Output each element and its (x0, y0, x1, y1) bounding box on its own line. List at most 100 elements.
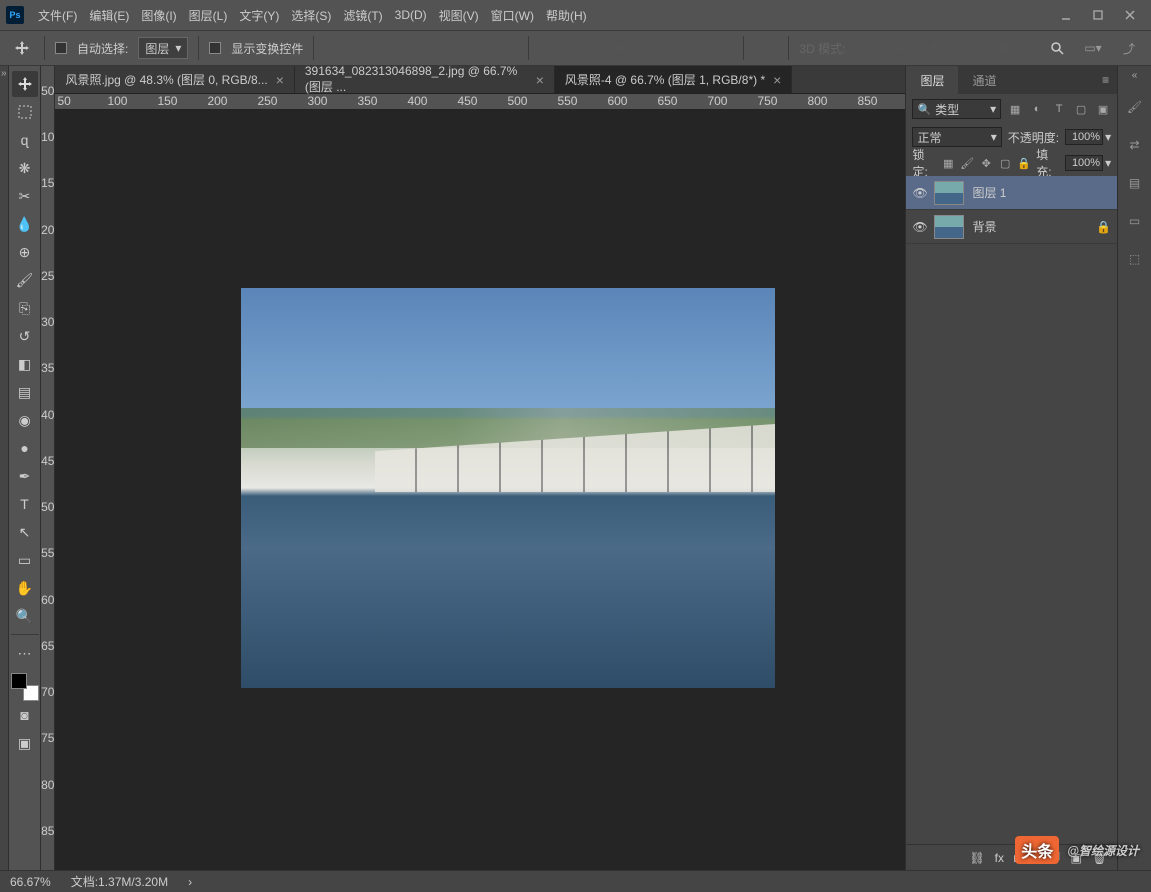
quick-mask-tool[interactable]: ◙ (12, 702, 38, 728)
canvas[interactable] (55, 110, 905, 870)
document-tab[interactable]: 风景照.jpg @ 48.3% (图层 0, RGB/8...× (55, 66, 294, 93)
menu-item[interactable]: 编辑(E) (83, 3, 135, 28)
filter-smart-icon[interactable]: ▣ (1095, 101, 1111, 117)
menu-item[interactable]: 文字(Y) (233, 3, 285, 28)
show-transform-checkbox[interactable] (209, 42, 221, 54)
align-top-icon[interactable]: ⫟ (324, 36, 348, 60)
filter-adjust-icon[interactable]: ◐ (1029, 101, 1045, 117)
pen-tool[interactable]: ✒ (12, 463, 38, 489)
layer-filter-dropdown[interactable]: 🔍 类型 ▾ (912, 99, 1001, 119)
lock-image-icon[interactable]: 🖌 (960, 155, 974, 171)
tab-close-icon[interactable]: × (536, 72, 544, 88)
brush-panel-icon[interactable]: 🖌 (1123, 95, 1147, 119)
tab-layers[interactable]: 图层 (906, 66, 958, 95)
lock-all-icon[interactable]: 🔒 (1017, 155, 1031, 171)
distribute-vcenter-icon[interactable]: ≡ (573, 36, 597, 60)
menu-item[interactable]: 窗口(W) (485, 3, 540, 28)
lock-trans-icon[interactable]: ▦ (941, 155, 955, 171)
auto-select-target-dropdown[interactable]: 图层▾ (138, 37, 188, 59)
distribute-bottom-icon[interactable]: ≡ (607, 36, 631, 60)
slide-icon[interactable]: ↔ (957, 36, 981, 60)
quick-select-tool[interactable]: ❋ (12, 155, 38, 181)
blur-tool[interactable]: ◉ (12, 407, 38, 433)
camera-icon[interactable]: ▣ (991, 36, 1015, 60)
distribute-top-icon[interactable]: ≡ (539, 36, 563, 60)
menu-item[interactable]: 滤镜(T) (337, 3, 388, 28)
document-tab[interactable]: 391634_082313046898_2.jpg @ 66.7% (图层 ..… (295, 66, 555, 93)
marquee-tool[interactable] (12, 99, 38, 125)
link-layers-icon[interactable]: ⛓ (969, 851, 984, 865)
layer-thumbnail[interactable] (934, 215, 964, 239)
align-bottom-icon[interactable]: ⫡ (392, 36, 416, 60)
layer-row[interactable]: 👁图层 1 (906, 176, 1117, 210)
distribute-left-icon[interactable]: ⫞ (641, 36, 665, 60)
auto-select-checkbox[interactable] (55, 42, 67, 54)
eraser-tool[interactable]: ◧ (12, 351, 38, 377)
chevron-down-icon[interactable]: ▾ (1105, 156, 1111, 170)
hand-tool[interactable]: ✋ (12, 575, 38, 601)
tab-close-icon[interactable]: × (773, 72, 781, 88)
dodge-tool[interactable]: ● (12, 435, 38, 461)
layer-thumbnail[interactable] (934, 181, 964, 205)
distribute-right-icon[interactable]: ⫞ (709, 36, 733, 60)
spot-heal-tool[interactable]: ⊕ (12, 239, 38, 265)
shape-tool[interactable]: ▭ (12, 547, 38, 573)
visibility-icon[interactable]: 👁 (912, 186, 926, 200)
zoom-tool[interactable]: 🔍 (12, 603, 38, 629)
type-tool[interactable]: T (12, 491, 38, 517)
filter-pixel-icon[interactable]: ▦ (1007, 101, 1023, 117)
menu-item[interactable]: 帮助(H) (540, 3, 593, 28)
clone-panel-icon[interactable]: ▤ (1123, 171, 1147, 195)
move-tool[interactable] (12, 71, 38, 97)
tab-channels[interactable]: 通道 (958, 66, 1010, 95)
lock-artboard-icon[interactable]: ▢ (998, 155, 1012, 171)
pan-icon[interactable]: ✥ (923, 36, 947, 60)
edit-toolbar[interactable]: ⋯ (12, 640, 38, 666)
share-icon[interactable]: ⤴ (1117, 36, 1141, 60)
orbit-icon[interactable]: ⟳ (855, 36, 879, 60)
minimize-button[interactable] (1059, 8, 1073, 22)
eyedropper-tool[interactable]: 💧 (12, 211, 38, 237)
history-panel-icon[interactable]: ▭ (1123, 209, 1147, 233)
filter-shape-icon[interactable]: ▢ (1073, 101, 1089, 117)
opacity-input[interactable] (1065, 129, 1103, 145)
fill-input[interactable] (1065, 155, 1103, 171)
left-rail-collapse[interactable] (0, 66, 9, 870)
align-vcenter-icon[interactable]: ⫠ (358, 36, 382, 60)
maximize-button[interactable] (1091, 8, 1105, 22)
history-brush-tool[interactable]: ↺ (12, 323, 38, 349)
lock-pos-icon[interactable]: ✥ (979, 155, 993, 171)
document-tab[interactable]: 风景照-4 @ 66.7% (图层 1, RGB/8*) *× (555, 66, 792, 93)
tab-close-icon[interactable]: × (276, 72, 284, 88)
menu-item[interactable]: 3D(D) (389, 4, 433, 26)
align-left-icon[interactable]: ⊢ (426, 36, 450, 60)
layer-row[interactable]: 👁背景🔒 (906, 210, 1117, 244)
3d-panel-icon[interactable]: ⬚ (1123, 247, 1147, 271)
chevron-down-icon[interactable]: ▾ (1105, 130, 1111, 144)
zoom-value[interactable]: 66.67% (10, 875, 51, 889)
layer-style-icon[interactable]: fx (995, 851, 1004, 865)
path-select-tool[interactable]: ↖ (12, 519, 38, 545)
screen-mode-icon[interactable]: ▭▾ (1081, 36, 1105, 60)
brush-tool[interactable]: 🖌 (12, 267, 38, 293)
panel-menu-icon[interactable]: ≡ (1094, 73, 1117, 87)
clone-stamp-tool[interactable]: ⎘ (12, 295, 38, 321)
adjust-panel-icon[interactable]: ⇄ (1123, 133, 1147, 157)
close-button[interactable] (1123, 8, 1137, 22)
menu-item[interactable]: 图层(L) (183, 3, 234, 28)
blend-mode-dropdown[interactable]: 正常▾ (912, 127, 1001, 147)
filter-type-icon[interactable]: T (1051, 101, 1067, 117)
color-swatches[interactable] (11, 673, 39, 701)
crop-tool[interactable]: ✂ (12, 183, 38, 209)
gradient-tool[interactable]: ▤ (12, 379, 38, 405)
visibility-icon[interactable]: 👁 (912, 220, 926, 234)
doc-size[interactable]: 文档:1.37M/3.20M (71, 873, 168, 890)
menu-item[interactable]: 文件(F) (32, 3, 83, 28)
menu-item[interactable]: 选择(S) (285, 3, 337, 28)
auto-align-icon[interactable]: ▭ (754, 36, 778, 60)
status-chevron-icon[interactable]: › (188, 875, 192, 889)
distribute-hcenter-icon[interactable]: ⫞ (675, 36, 699, 60)
lasso-tool[interactable]: ɋ (12, 127, 38, 153)
align-right-icon[interactable]: ⊣ (494, 36, 518, 60)
screen-mode-tool[interactable]: ▣ (12, 730, 38, 756)
